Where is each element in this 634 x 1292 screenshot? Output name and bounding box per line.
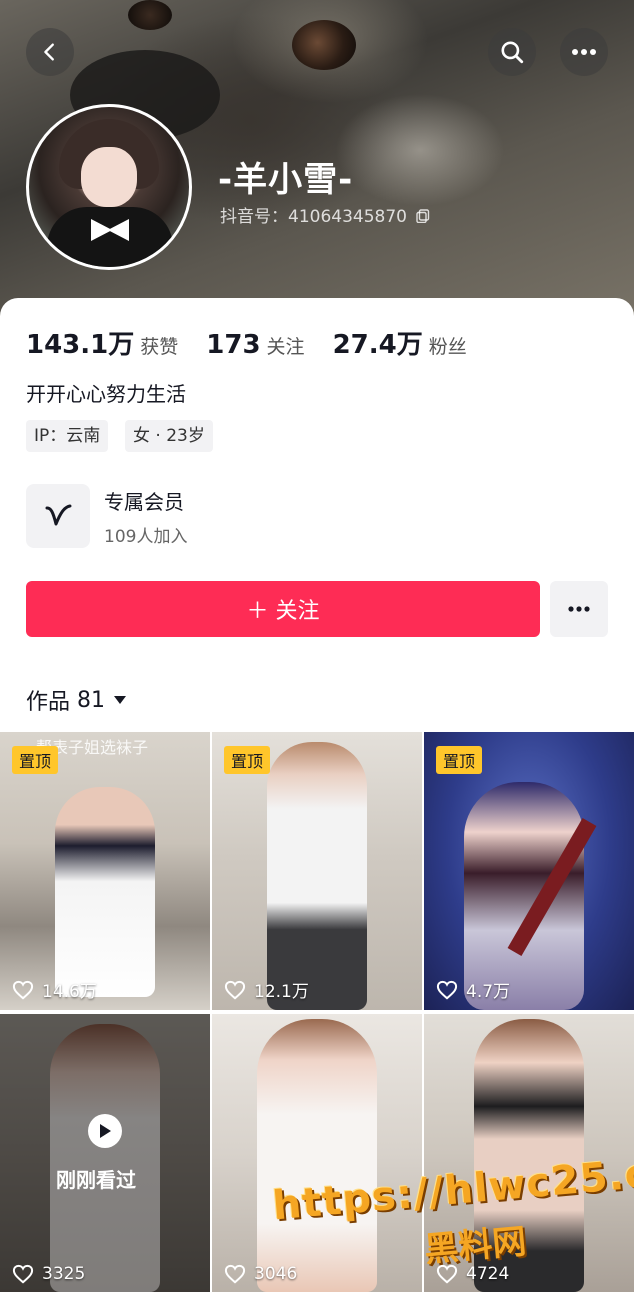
heart-icon: [436, 980, 458, 999]
nickname: -羊小雪-: [218, 160, 354, 200]
stat-value: 173: [206, 330, 261, 360]
search-button[interactable]: [488, 28, 536, 76]
avatar[interactable]: [26, 104, 192, 270]
back-button[interactable]: [26, 28, 74, 76]
likes-count: 4.7万: [466, 982, 511, 1002]
banner-image-detail: [128, 0, 172, 30]
play-icon: [88, 1114, 122, 1148]
works-label: 作品: [26, 690, 71, 715]
ip-tag: IP：云南: [26, 420, 109, 452]
video-likes: 14.6万: [12, 977, 97, 1002]
douyin-id-label: 抖音号：: [220, 207, 288, 227]
heart-icon: [12, 980, 34, 999]
more-actions-button[interactable]: [550, 581, 608, 637]
watermark-name: 黑料网: [422, 1221, 528, 1271]
chevron-left-icon: [44, 43, 54, 61]
heart-icon: [224, 980, 246, 999]
likes-count: 3325: [42, 1264, 86, 1284]
member-title[interactable]: 专属会员: [104, 486, 184, 515]
gender-age-tag: 女 · 23岁: [125, 420, 213, 452]
likes-count: 14.6万: [42, 982, 97, 1002]
stat-likes[interactable]: 143.1万 获赞: [26, 324, 178, 361]
stat-followers[interactable]: 27.4万 粉丝: [333, 324, 467, 361]
more-options-button[interactable]: [560, 28, 608, 76]
works-count: 81: [77, 687, 106, 713]
copy-icon[interactable]: [416, 209, 430, 224]
likes-count: 3046: [254, 1264, 298, 1284]
video-thumbnail[interactable]: 帮表子姐选袜子 置顶 14.6万: [0, 732, 210, 1010]
video-thumbnail[interactable]: 置顶 4.7万: [424, 732, 634, 1010]
heart-icon: [12, 1264, 34, 1284]
stat-value: 27.4万: [332, 330, 423, 360]
video-thumbnail[interactable]: 刚刚看过 3325: [0, 1014, 210, 1292]
stat-label: 粉丝: [428, 336, 467, 358]
pinned-badge: 置顶: [224, 746, 271, 774]
video-likes: 3046: [224, 1264, 297, 1284]
likes-count: 12.1万: [254, 982, 309, 1002]
video-thumbnail[interactable]: 3046: [212, 1014, 422, 1292]
more-dots-icon: [568, 606, 590, 612]
watched-overlay: [0, 1014, 210, 1292]
stat-following[interactable]: 173 关注: [206, 330, 304, 360]
video-likes: 4.7万: [436, 977, 510, 1002]
more-dots-icon: [572, 49, 596, 55]
stat-value: 143.1万: [26, 330, 135, 360]
stat-label: 关注: [266, 336, 305, 358]
recently-watched-label: 刚刚看过: [56, 1168, 136, 1192]
caret-down-icon: [114, 696, 127, 704]
pinned-badge: 置顶: [436, 746, 483, 774]
heart-icon: [224, 1264, 246, 1284]
douyin-id: 抖音号：41064345870: [220, 202, 430, 227]
member-entry[interactable]: [26, 484, 90, 548]
pinned-badge: 置顶: [12, 746, 59, 774]
member-subtitle: 109人加入: [104, 527, 188, 547]
video-thumbnail[interactable]: 置顶 12.1万: [212, 732, 422, 1010]
video-likes: 12.1万: [224, 977, 309, 1002]
bio: 开开心心努力生活: [26, 382, 186, 406]
douyin-id-value: 41064345870: [288, 207, 407, 227]
stats-row: 143.1万 获赞 173 关注 27.4万 粉丝: [26, 324, 495, 361]
v-logo-icon: [45, 504, 72, 526]
stat-label: 获赞: [140, 336, 179, 358]
follow-button[interactable]: ＋ 关注: [26, 581, 540, 637]
search-icon: [501, 41, 524, 64]
banner-image-detail: [292, 20, 356, 70]
tab-works[interactable]: 作品 81: [26, 684, 127, 716]
video-likes: 3325: [12, 1264, 85, 1284]
